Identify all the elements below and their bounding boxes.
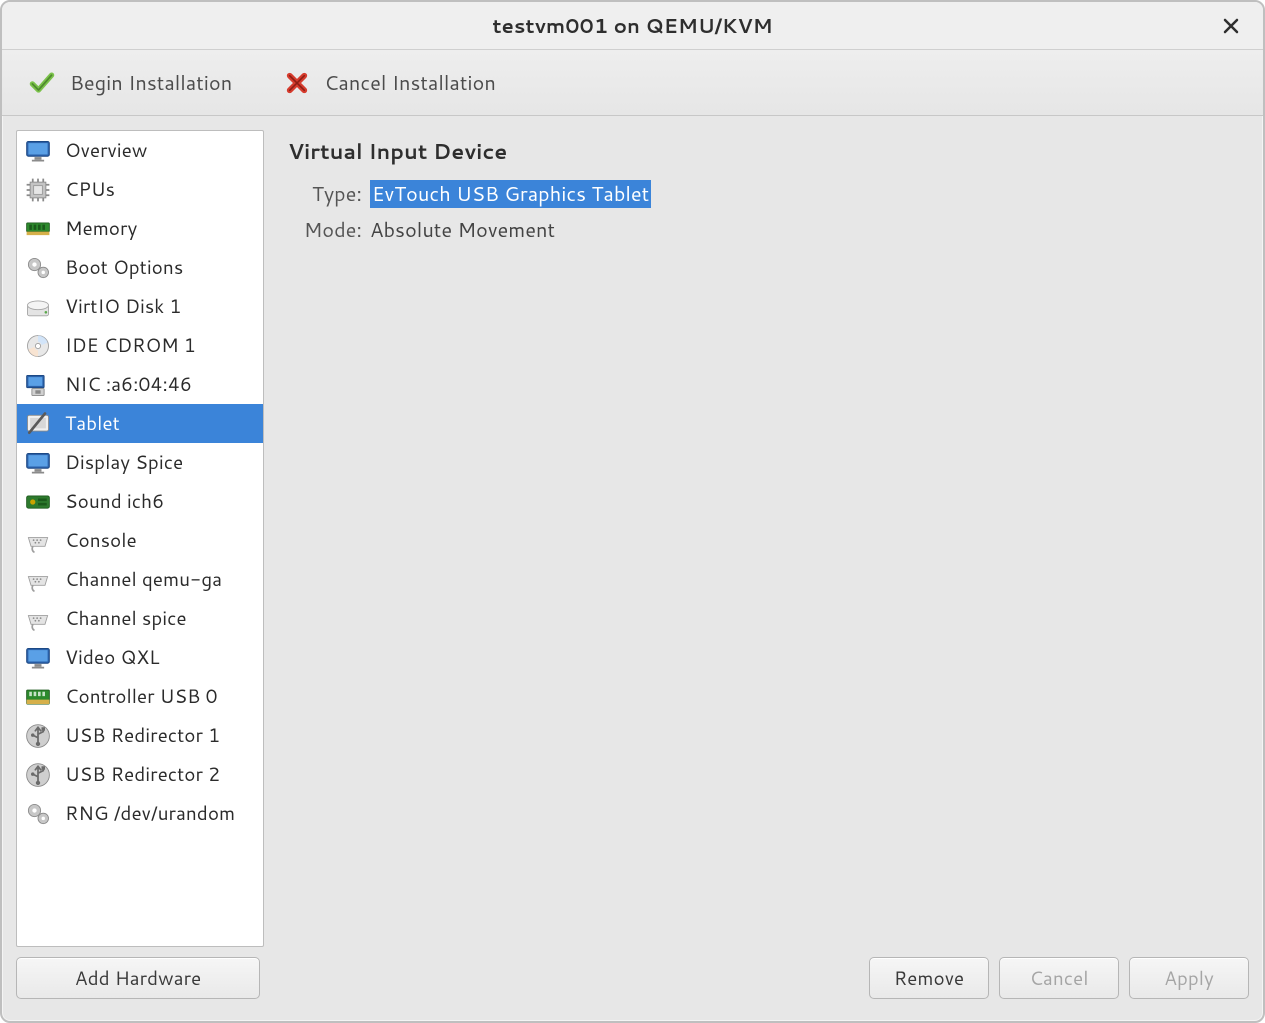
monitor-icon	[23, 643, 53, 673]
sidebar-item-ide-cdrom-1[interactable]: IDE CDROM 1	[17, 326, 263, 365]
sidebar-item-memory[interactable]: Memory	[17, 209, 263, 248]
sidebar-item-label: Channel spice	[65, 605, 187, 632]
detail-heading: Virtual Input Device	[288, 136, 1241, 166]
sidebar-item-sound-ich6[interactable]: Sound ich6	[17, 482, 263, 521]
sidebar-item-video-qxl[interactable]: Video QXL	[17, 638, 263, 677]
sidebar-item-virtio-disk-1[interactable]: VirtIO Disk 1	[17, 287, 263, 326]
cancel-installation-button[interactable]: Cancel Installation	[276, 63, 504, 103]
apply-button[interactable]: Apply	[1129, 957, 1249, 999]
serial-icon	[23, 604, 53, 634]
nic-icon	[23, 370, 53, 400]
sidebar-item-label: Memory	[65, 215, 137, 242]
sidebar-item-channel-qemu-ga[interactable]: Channel qemu-ga	[17, 560, 263, 599]
sidebar-item-overview[interactable]: Overview	[17, 131, 263, 170]
sidebar-item-label: Console	[65, 527, 137, 554]
sidebar-item-channel-spice[interactable]: Channel spice	[17, 599, 263, 638]
sidebar-item-label: VirtIO Disk 1	[65, 293, 182, 320]
usb-icon	[23, 721, 53, 751]
cpu-icon	[23, 175, 53, 205]
close-icon[interactable]	[1217, 12, 1245, 40]
sidebar-item-label: NIC :a6:04:46	[65, 371, 192, 398]
memory-icon	[23, 214, 53, 244]
sidebar-item-label: USB Redirector 1	[65, 722, 220, 749]
gears-icon	[23, 253, 53, 283]
usb-icon	[23, 760, 53, 790]
sidebar-item-label: Sound ich6	[65, 488, 164, 515]
bottom-bar: Add Hardware Remove Cancel Apply	[2, 947, 1263, 1021]
toolbar: Begin Installation Cancel Installation	[2, 50, 1263, 116]
sidebar-item-usb-redirector-2[interactable]: USB Redirector 2	[17, 755, 263, 794]
sidebar-item-boot-options[interactable]: Boot Options	[17, 248, 263, 287]
remove-button[interactable]: Remove	[869, 957, 989, 999]
begin-installation-button[interactable]: Begin Installation	[20, 63, 240, 103]
field-mode: Mode: Absolute Movement	[288, 216, 1241, 244]
mode-label: Mode:	[288, 216, 362, 244]
sidebar-item-label: Display Spice	[65, 449, 183, 476]
cancel-button[interactable]: Cancel	[999, 957, 1119, 999]
cancel-installation-label: Cancel Installation	[324, 69, 496, 97]
sidebar-item-rng-dev-urandom[interactable]: RNG /dev/urandom	[17, 794, 263, 833]
hardware-sidebar[interactable]: Overview CPUs Memory Boot Options VirtIO Dis…	[16, 130, 264, 947]
type-label: Type:	[288, 180, 362, 208]
sidebar-item-label: Channel qemu-ga	[65, 566, 222, 593]
disk-icon	[23, 292, 53, 322]
detail-pane: Virtual Input Device Type: EvTouch USB G…	[280, 130, 1249, 947]
sidebar-item-label: Video QXL	[65, 644, 160, 671]
window: testvm001 on QEMU/KVM Begin Installation…	[0, 0, 1265, 1023]
sidebar-item-label: IDE CDROM 1	[65, 332, 196, 359]
sidebar-item-display-spice[interactable]: Display Spice	[17, 443, 263, 482]
controller-icon	[23, 682, 53, 712]
sidebar-item-cpus[interactable]: CPUs	[17, 170, 263, 209]
sidebar-item-label: Controller USB 0	[65, 683, 218, 710]
sidebar-item-label: RNG /dev/urandom	[65, 800, 235, 827]
x-icon	[284, 70, 310, 96]
check-icon	[28, 69, 56, 97]
begin-installation-label: Begin Installation	[70, 69, 232, 97]
tablet-icon	[23, 409, 53, 439]
mode-value: Absolute Movement	[370, 216, 555, 244]
sidebar-item-label: Overview	[65, 137, 147, 164]
serial-icon	[23, 565, 53, 595]
gears-icon	[23, 799, 53, 829]
sidebar-item-label: CPUs	[65, 176, 115, 203]
sidebar-item-tablet[interactable]: Tablet	[17, 404, 263, 443]
sidebar-item-nic-a6-04-46[interactable]: NIC :a6:04:46	[17, 365, 263, 404]
cdrom-icon	[23, 331, 53, 361]
monitor-icon	[23, 136, 53, 166]
field-type: Type: EvTouch USB Graphics Tablet	[288, 180, 1241, 208]
sidebar-item-console[interactable]: Console	[17, 521, 263, 560]
main-area: Overview CPUs Memory Boot Options VirtIO Dis…	[2, 116, 1263, 947]
titlebar[interactable]: testvm001 on QEMU/KVM	[2, 2, 1263, 50]
type-value[interactable]: EvTouch USB Graphics Tablet	[370, 180, 651, 208]
monitor-icon	[23, 448, 53, 478]
serial-icon	[23, 526, 53, 556]
sidebar-item-label: Tablet	[65, 410, 120, 437]
sidebar-item-usb-redirector-1[interactable]: USB Redirector 1	[17, 716, 263, 755]
sidebar-item-controller-usb-0[interactable]: Controller USB 0	[17, 677, 263, 716]
sidebar-item-label: USB Redirector 2	[65, 761, 220, 788]
sidebar-item-label: Boot Options	[65, 254, 183, 281]
sound-icon	[23, 487, 53, 517]
add-hardware-button[interactable]: Add Hardware	[16, 957, 260, 999]
window-title: testvm001 on QEMU/KVM	[492, 12, 772, 40]
